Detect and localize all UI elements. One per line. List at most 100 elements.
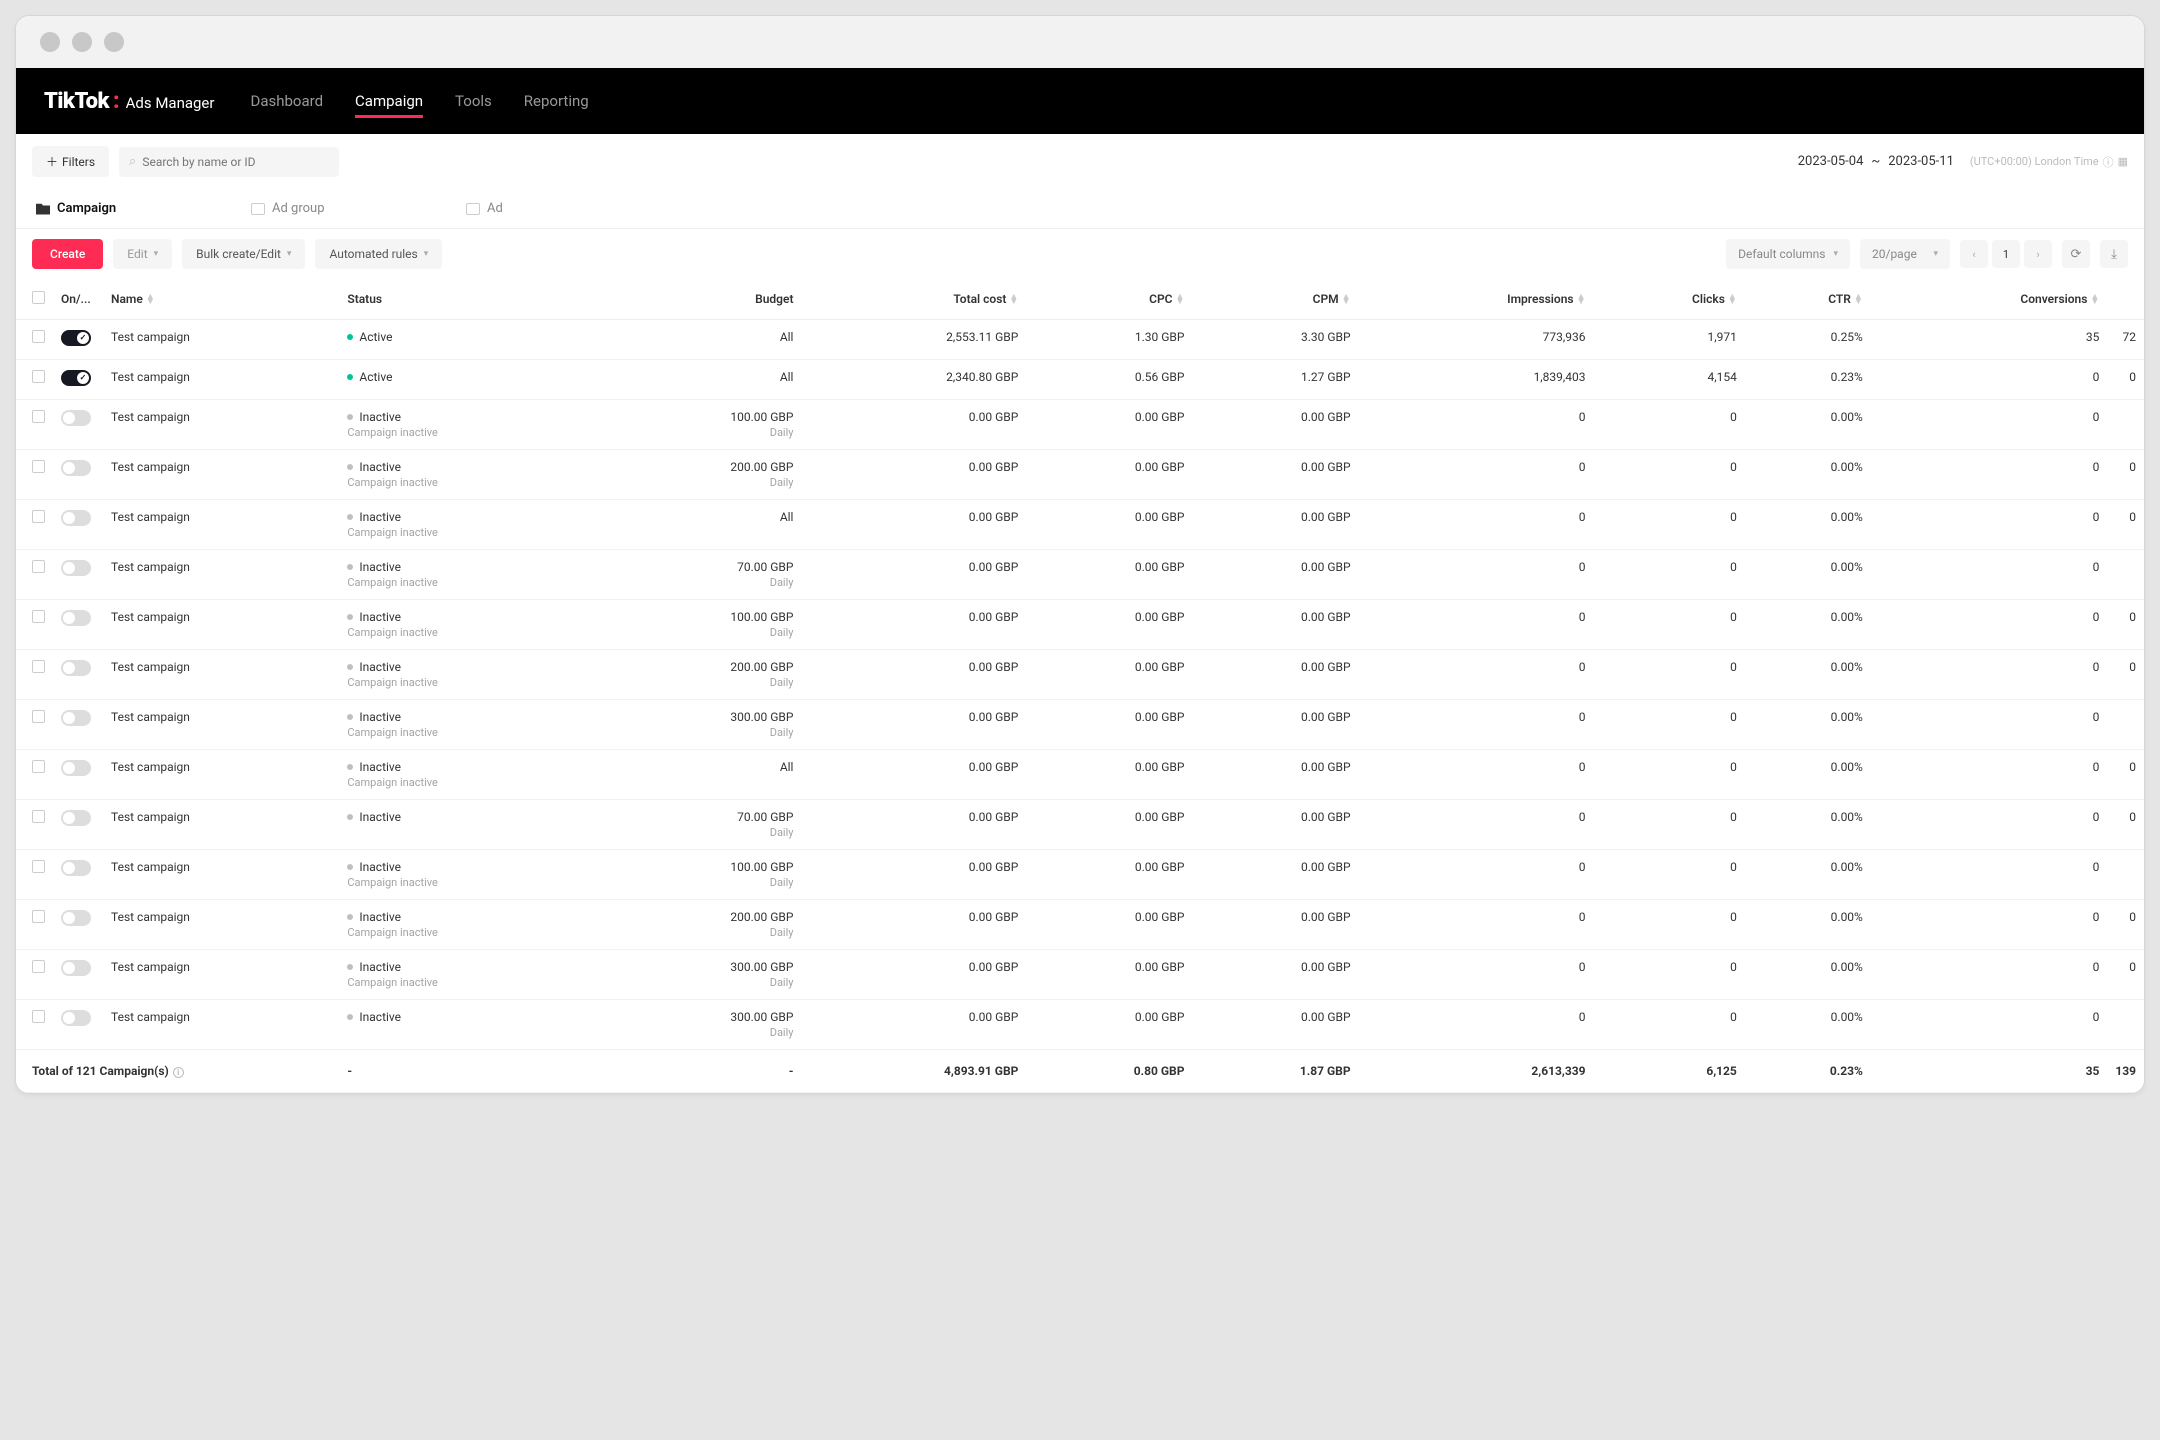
- col-cpm[interactable]: CPM▲▼: [1192, 279, 1358, 320]
- row-checkbox[interactable]: [32, 860, 45, 873]
- table-row[interactable]: Test campaignInactive300.00 GBPDaily0.00…: [16, 1000, 2144, 1050]
- search-input[interactable]: [142, 155, 329, 169]
- window-dot[interactable]: [40, 32, 60, 52]
- nav-reporting[interactable]: Reporting: [524, 70, 589, 132]
- row-name[interactable]: Test campaign: [103, 450, 339, 500]
- row-toggle[interactable]: [61, 860, 91, 876]
- columns-select[interactable]: Default columns▾: [1726, 239, 1850, 269]
- row-checkbox[interactable]: [32, 560, 45, 573]
- row-checkbox[interactable]: [32, 410, 45, 423]
- export-button[interactable]: ⤓: [2100, 240, 2128, 268]
- edit-button[interactable]: Edit▾: [113, 239, 172, 269]
- page-prev[interactable]: ‹: [1960, 240, 1988, 268]
- row-checkbox[interactable]: [32, 330, 45, 343]
- row-name[interactable]: Test campaign: [103, 800, 339, 850]
- page-next[interactable]: ›: [2024, 240, 2052, 268]
- tab-label: Ad group: [272, 201, 325, 216]
- row-toggle[interactable]: [61, 510, 91, 526]
- row-name[interactable]: Test campaign: [103, 750, 339, 800]
- row-checkbox[interactable]: [32, 760, 45, 773]
- filters-button[interactable]: ＋Filters: [32, 146, 109, 177]
- app-header: TikTok: Ads Manager DashboardCampaignToo…: [16, 68, 2144, 134]
- row-checkbox[interactable]: [32, 960, 45, 973]
- row-checkbox[interactable]: [32, 910, 45, 923]
- col-budget[interactable]: Budget: [605, 279, 802, 320]
- row-name[interactable]: Test campaign: [103, 850, 339, 900]
- table-row[interactable]: Test campaignInactiveCampaign inactive30…: [16, 950, 2144, 1000]
- row-checkbox[interactable]: [32, 610, 45, 623]
- row-name[interactable]: Test campaign: [103, 400, 339, 450]
- row-name[interactable]: Test campaign: [103, 600, 339, 650]
- window-dot[interactable]: [72, 32, 92, 52]
- col-conversions[interactable]: Conversions▲▼: [1871, 279, 2108, 320]
- pagesize-select[interactable]: 20/page▾: [1860, 239, 1950, 269]
- col-name[interactable]: Name▲▼: [103, 279, 339, 320]
- search-box[interactable]: ⌕: [119, 147, 339, 177]
- row-toggle[interactable]: [61, 330, 91, 346]
- row-name[interactable]: Test campaign: [103, 700, 339, 750]
- row-checkbox[interactable]: [32, 370, 45, 383]
- page-number[interactable]: 1: [1992, 240, 2020, 268]
- row-toggle[interactable]: [61, 560, 91, 576]
- row-checkbox[interactable]: [32, 810, 45, 823]
- row-name[interactable]: Test campaign: [103, 650, 339, 700]
- row-toggle[interactable]: [61, 370, 91, 386]
- table-row[interactable]: Test campaignInactiveCampaign inactive70…: [16, 550, 2144, 600]
- col-ctr[interactable]: CTR▲▼: [1745, 279, 1871, 320]
- row-checkbox[interactable]: [32, 460, 45, 473]
- tab-campaign[interactable]: Campaign: [16, 189, 231, 228]
- row-name[interactable]: Test campaign: [103, 1000, 339, 1050]
- nav-tools[interactable]: Tools: [455, 70, 492, 132]
- table-row[interactable]: Test campaignInactiveCampaign inactive30…: [16, 700, 2144, 750]
- date-range[interactable]: 2023-05-04 ~ 2023-05-11 (UTC+00:00) Lond…: [1798, 154, 2128, 170]
- row-toggle[interactable]: [61, 410, 91, 426]
- table-row[interactable]: Test campaignInactiveCampaign inactive20…: [16, 450, 2144, 500]
- refresh-button[interactable]: ⟳: [2062, 240, 2090, 268]
- table-row[interactable]: Test campaignInactiveCampaign inactive10…: [16, 600, 2144, 650]
- table-row[interactable]: Test campaignInactiveCampaign inactive20…: [16, 650, 2144, 700]
- tab-ad[interactable]: Ad: [446, 189, 661, 228]
- row-checkbox[interactable]: [32, 710, 45, 723]
- table-row[interactable]: Test campaignActiveAll2,553.11 GBP1.30 G…: [16, 320, 2144, 360]
- col-impressions[interactable]: Impressions▲▼: [1359, 279, 1594, 320]
- col-total-cost[interactable]: Total cost▲▼: [801, 279, 1026, 320]
- bulk-button[interactable]: Bulk create/Edit▾: [182, 239, 305, 269]
- table-row[interactable]: Test campaignActiveAll2,340.80 GBP0.56 G…: [16, 360, 2144, 400]
- table-row[interactable]: Test campaignInactiveCampaign inactive10…: [16, 850, 2144, 900]
- table-row[interactable]: Test campaignInactiveCampaign inactiveAl…: [16, 750, 2144, 800]
- row-toggle[interactable]: [61, 810, 91, 826]
- select-all-checkbox[interactable]: [32, 291, 45, 304]
- create-button[interactable]: Create: [32, 239, 103, 269]
- table-row[interactable]: Test campaignInactiveCampaign inactive10…: [16, 400, 2144, 450]
- window-dot[interactable]: [104, 32, 124, 52]
- col-onoff[interactable]: On/...: [53, 279, 103, 320]
- row-toggle[interactable]: [61, 1010, 91, 1026]
- nav-campaign[interactable]: Campaign: [355, 70, 423, 132]
- col-status[interactable]: Status: [339, 279, 604, 320]
- table-row[interactable]: Test campaignInactive70.00 GBPDaily0.00 …: [16, 800, 2144, 850]
- row-checkbox[interactable]: [32, 510, 45, 523]
- row-toggle[interactable]: [61, 910, 91, 926]
- row-checkbox[interactable]: [32, 1010, 45, 1023]
- tab-ad-group[interactable]: Ad group: [231, 189, 446, 228]
- automated-rules-button[interactable]: Automated rules▾: [315, 239, 442, 269]
- row-toggle[interactable]: [61, 960, 91, 976]
- row-name[interactable]: Test campaign: [103, 950, 339, 1000]
- row-toggle[interactable]: [61, 460, 91, 476]
- row-name[interactable]: Test campaign: [103, 320, 339, 360]
- row-toggle[interactable]: [61, 660, 91, 676]
- row-toggle[interactable]: [61, 760, 91, 776]
- col-cpc[interactable]: CPC▲▼: [1026, 279, 1192, 320]
- row-checkbox[interactable]: [32, 660, 45, 673]
- row-name[interactable]: Test campaign: [103, 500, 339, 550]
- row-name[interactable]: Test campaign: [103, 360, 339, 400]
- table-row[interactable]: Test campaignInactiveCampaign inactive20…: [16, 900, 2144, 950]
- row-name[interactable]: Test campaign: [103, 900, 339, 950]
- calendar-icon[interactable]: ▦: [2118, 155, 2128, 168]
- row-toggle[interactable]: [61, 610, 91, 626]
- row-toggle[interactable]: [61, 710, 91, 726]
- col-clicks[interactable]: Clicks▲▼: [1594, 279, 1745, 320]
- row-name[interactable]: Test campaign: [103, 550, 339, 600]
- table-row[interactable]: Test campaignInactiveCampaign inactiveAl…: [16, 500, 2144, 550]
- nav-dashboard[interactable]: Dashboard: [250, 70, 323, 132]
